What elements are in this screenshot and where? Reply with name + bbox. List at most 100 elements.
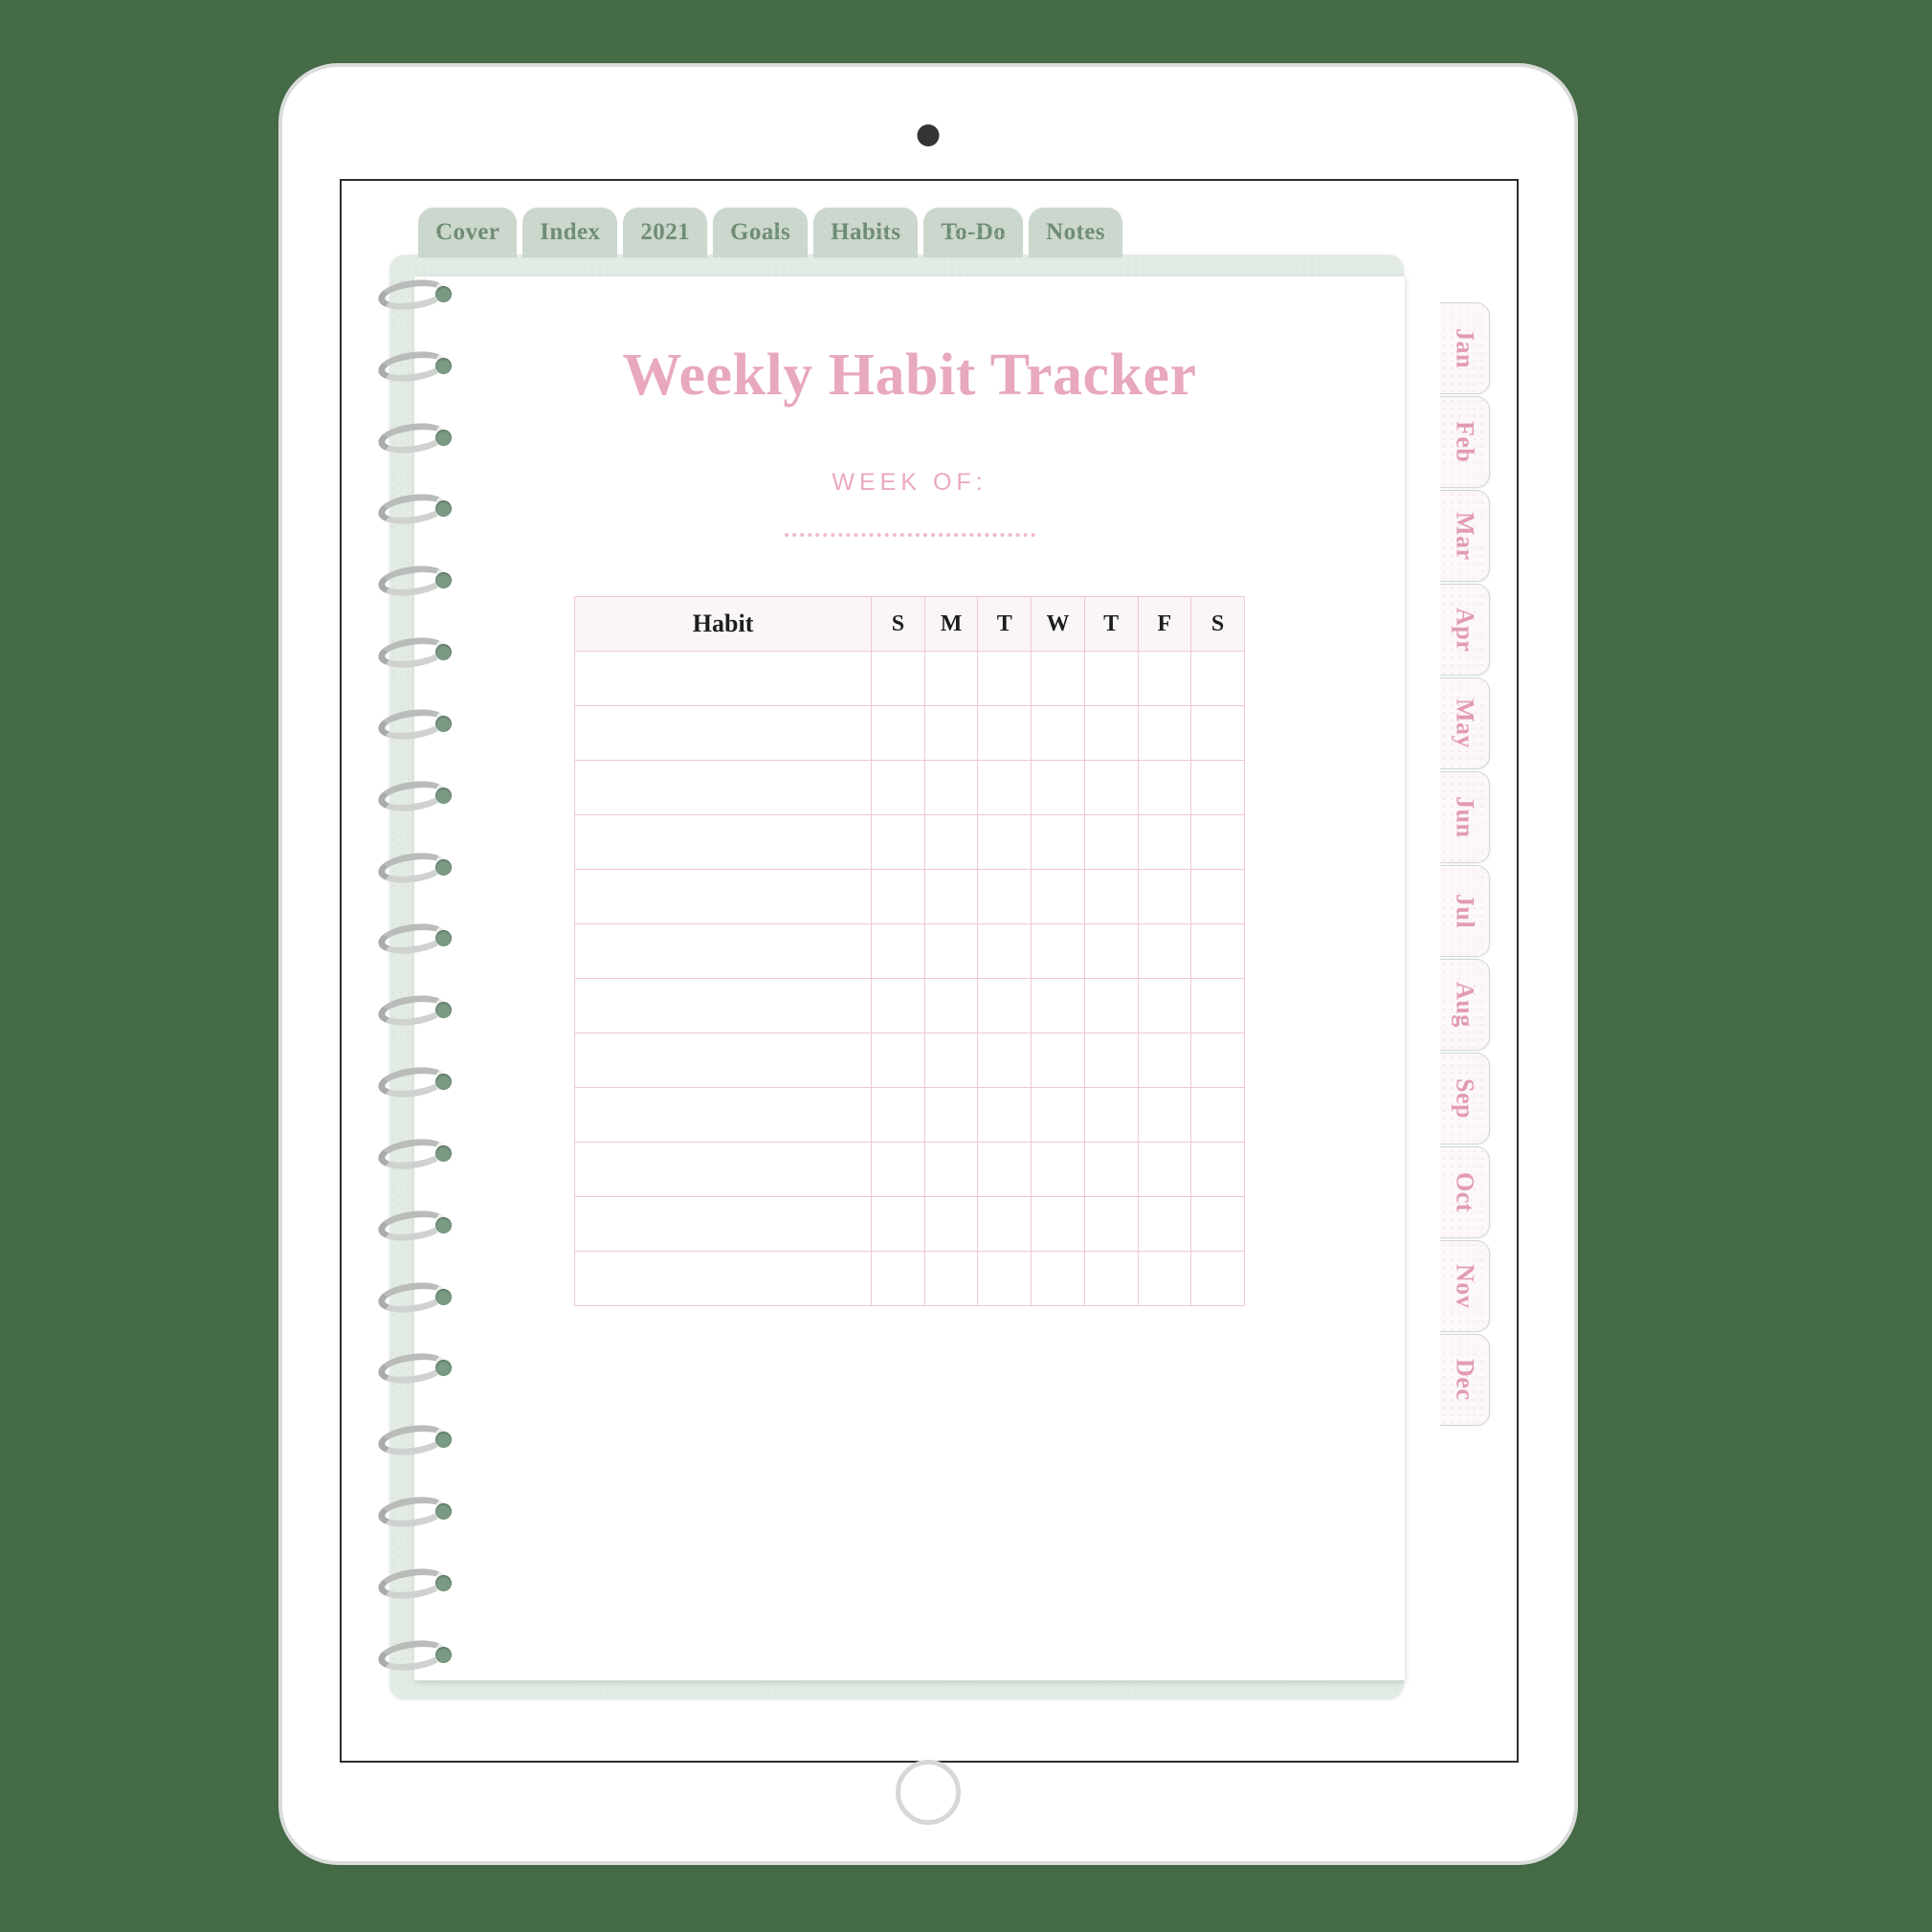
habit-day-checkbox-cell[interactable] [871, 869, 925, 924]
habit-day-checkbox-cell[interactable] [1137, 1251, 1192, 1306]
habit-day-checkbox-cell[interactable] [1137, 1033, 1192, 1088]
habit-name-cell[interactable] [574, 1087, 873, 1143]
month-tab-dec[interactable]: Dec [1440, 1334, 1490, 1426]
top-tab-cover[interactable]: Cover [418, 208, 518, 257]
habit-day-checkbox-cell[interactable] [1190, 1142, 1245, 1197]
habit-day-checkbox-cell[interactable] [871, 814, 925, 870]
habit-name-cell[interactable] [574, 705, 873, 761]
habit-day-checkbox-cell[interactable] [1031, 978, 1085, 1033]
habit-name-cell[interactable] [574, 814, 873, 870]
habit-day-checkbox-cell[interactable] [1031, 814, 1085, 870]
habit-day-checkbox-cell[interactable] [977, 1087, 1033, 1143]
habit-day-checkbox-cell[interactable] [1031, 760, 1085, 815]
habit-day-checkbox-cell[interactable] [871, 705, 925, 761]
habit-day-checkbox-cell[interactable] [977, 651, 1033, 706]
habit-day-checkbox-cell[interactable] [1190, 923, 1245, 979]
habit-day-checkbox-cell[interactable] [1083, 814, 1139, 870]
habit-day-checkbox-cell[interactable] [871, 1033, 925, 1088]
habit-day-checkbox-cell[interactable] [1031, 923, 1085, 979]
habit-day-checkbox-cell[interactable] [1083, 869, 1139, 924]
habit-day-checkbox-cell[interactable] [1137, 1196, 1192, 1252]
habit-day-checkbox-cell[interactable] [1083, 923, 1139, 979]
habit-day-checkbox-cell[interactable] [871, 1087, 925, 1143]
habit-day-checkbox-cell[interactable] [1137, 923, 1192, 979]
habit-day-checkbox-cell[interactable] [1190, 1251, 1245, 1306]
habit-day-checkbox-cell[interactable] [923, 705, 979, 761]
month-tab-may[interactable]: May [1440, 677, 1490, 769]
habit-day-checkbox-cell[interactable] [1190, 705, 1245, 761]
habit-day-checkbox-cell[interactable] [871, 1196, 925, 1252]
habit-day-checkbox-cell[interactable] [1083, 760, 1139, 815]
habit-name-cell[interactable] [574, 760, 873, 815]
habit-day-checkbox-cell[interactable] [1137, 1087, 1192, 1143]
top-tab-2021[interactable]: 2021 [623, 208, 707, 257]
month-tab-apr[interactable]: Apr [1440, 584, 1490, 676]
home-button-icon[interactable] [896, 1760, 961, 1825]
month-tab-mar[interactable]: Mar [1440, 490, 1490, 582]
habit-day-checkbox-cell[interactable] [871, 760, 925, 815]
habit-day-checkbox-cell[interactable] [1031, 1033, 1085, 1088]
habit-day-checkbox-cell[interactable] [977, 705, 1033, 761]
habit-day-checkbox-cell[interactable] [977, 1033, 1033, 1088]
habit-day-checkbox-cell[interactable] [1137, 814, 1192, 870]
habit-day-checkbox-cell[interactable] [1190, 1087, 1245, 1143]
habit-name-cell[interactable] [574, 1142, 873, 1197]
month-tab-jul[interactable]: Jul [1440, 865, 1490, 957]
habit-day-checkbox-cell[interactable] [1190, 760, 1245, 815]
habit-day-checkbox-cell[interactable] [1083, 1087, 1139, 1143]
habit-day-checkbox-cell[interactable] [977, 923, 1033, 979]
month-tab-oct[interactable]: Oct [1440, 1146, 1490, 1238]
top-tab-to-do[interactable]: To-Do [923, 208, 1024, 257]
habit-day-checkbox-cell[interactable] [1083, 1033, 1139, 1088]
habit-name-cell[interactable] [574, 869, 873, 924]
habit-day-checkbox-cell[interactable] [871, 923, 925, 979]
top-tab-goals[interactable]: Goals [713, 208, 809, 257]
top-tab-notes[interactable]: Notes [1029, 208, 1122, 257]
habit-day-checkbox-cell[interactable] [1137, 978, 1192, 1033]
habit-name-cell[interactable] [574, 923, 873, 979]
habit-day-checkbox-cell[interactable] [1031, 1087, 1085, 1143]
habit-day-checkbox-cell[interactable] [977, 1251, 1033, 1306]
habit-day-checkbox-cell[interactable] [1137, 651, 1192, 706]
habit-day-checkbox-cell[interactable] [1031, 869, 1085, 924]
habit-name-cell[interactable] [574, 978, 873, 1033]
month-tab-jan[interactable]: Jan [1440, 302, 1490, 394]
habit-day-checkbox-cell[interactable] [871, 978, 925, 1033]
month-tab-nov[interactable]: Nov [1440, 1240, 1490, 1332]
habit-name-cell[interactable] [574, 651, 873, 706]
habit-day-checkbox-cell[interactable] [1083, 651, 1139, 706]
habit-day-checkbox-cell[interactable] [1190, 978, 1245, 1033]
habit-day-checkbox-cell[interactable] [1031, 1251, 1085, 1306]
habit-day-checkbox-cell[interactable] [977, 978, 1033, 1033]
habit-day-checkbox-cell[interactable] [923, 760, 979, 815]
habit-day-checkbox-cell[interactable] [923, 814, 979, 870]
habit-day-checkbox-cell[interactable] [923, 978, 979, 1033]
habit-day-checkbox-cell[interactable] [1137, 705, 1192, 761]
habit-day-checkbox-cell[interactable] [977, 869, 1033, 924]
habit-day-checkbox-cell[interactable] [1190, 1033, 1245, 1088]
habit-day-checkbox-cell[interactable] [1083, 1142, 1139, 1197]
habit-day-checkbox-cell[interactable] [1083, 1251, 1139, 1306]
habit-day-checkbox-cell[interactable] [1031, 1142, 1085, 1197]
habit-day-checkbox-cell[interactable] [923, 1196, 979, 1252]
habit-day-checkbox-cell[interactable] [923, 923, 979, 979]
month-tab-sep[interactable]: Sep [1440, 1053, 1490, 1144]
habit-day-checkbox-cell[interactable] [1190, 869, 1245, 924]
habit-day-checkbox-cell[interactable] [977, 814, 1033, 870]
habit-day-checkbox-cell[interactable] [977, 1196, 1033, 1252]
habit-day-checkbox-cell[interactable] [1031, 1196, 1085, 1252]
habit-day-checkbox-cell[interactable] [1083, 705, 1139, 761]
habit-day-checkbox-cell[interactable] [1137, 869, 1192, 924]
habit-day-checkbox-cell[interactable] [923, 869, 979, 924]
habit-day-checkbox-cell[interactable] [1137, 760, 1192, 815]
habit-day-checkbox-cell[interactable] [871, 651, 925, 706]
habit-day-checkbox-cell[interactable] [1137, 1142, 1192, 1197]
habit-day-checkbox-cell[interactable] [1190, 814, 1245, 870]
habit-day-checkbox-cell[interactable] [1031, 705, 1085, 761]
month-tab-feb[interactable]: Feb [1440, 396, 1490, 488]
habit-day-checkbox-cell[interactable] [923, 1142, 979, 1197]
habit-day-checkbox-cell[interactable] [1190, 1196, 1245, 1252]
week-of-input-line[interactable] [784, 533, 1035, 537]
habit-day-checkbox-cell[interactable] [871, 1251, 925, 1306]
month-tab-jun[interactable]: Jun [1440, 771, 1490, 863]
